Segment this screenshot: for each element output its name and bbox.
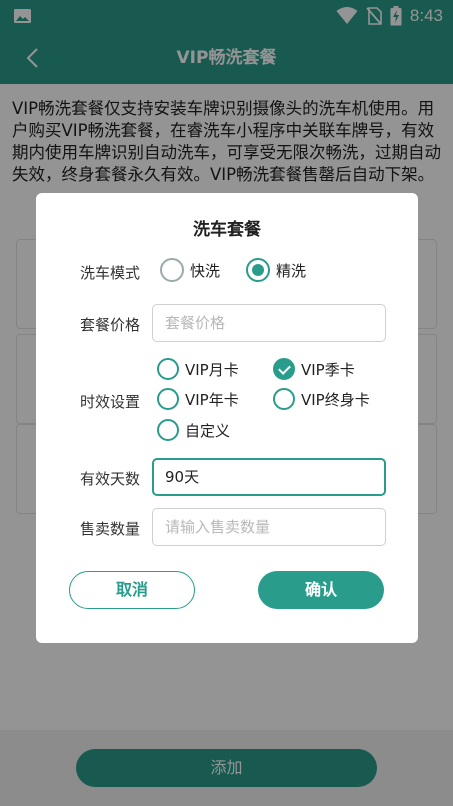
radio-unchecked-icon — [157, 388, 179, 410]
price-label: 套餐价格 — [80, 316, 141, 334]
check-icon — [273, 358, 295, 380]
option-vip-year-card[interactable]: VIP年卡 — [157, 388, 239, 410]
validity-label: 时效设置 — [80, 393, 141, 411]
radio-fine-wash[interactable]: 精洗 — [246, 258, 306, 282]
option-vip-lifetime-card[interactable]: VIP终身卡 — [273, 388, 370, 410]
radio-unchecked-icon — [157, 358, 179, 380]
option-vip-month-card[interactable]: VIP月卡 — [157, 358, 239, 380]
radio-quick-wash[interactable]: 快洗 — [160, 258, 220, 282]
radio-unchecked-icon — [160, 258, 184, 282]
confirm-button[interactable]: 确认 — [258, 571, 384, 609]
sales-quantity-input[interactable]: 请输入售卖数量 — [152, 508, 386, 546]
valid-days-input[interactable]: 90天 — [152, 458, 386, 496]
dialog-title: 洗车套餐 — [193, 220, 261, 240]
wash-mode-label: 洗车模式 — [80, 264, 141, 282]
sales-quantity-label: 售卖数量 — [80, 520, 141, 538]
cancel-button[interactable]: 取消 — [69, 571, 195, 609]
radio-unchecked-icon — [273, 388, 295, 410]
valid-days-label: 有效天数 — [80, 470, 141, 488]
radio-unchecked-icon — [157, 419, 179, 441]
price-input[interactable]: 套餐价格 — [152, 304, 386, 342]
option-vip-season-card[interactable]: VIP季卡 — [273, 358, 355, 380]
radio-checked-icon — [246, 258, 270, 282]
wash-package-dialog: 洗车套餐 洗车模式 快洗 精洗 套餐价格 套餐价格 时效设置 VIP月卡 VIP… — [36, 193, 418, 643]
option-custom[interactable]: 自定义 — [157, 419, 230, 441]
